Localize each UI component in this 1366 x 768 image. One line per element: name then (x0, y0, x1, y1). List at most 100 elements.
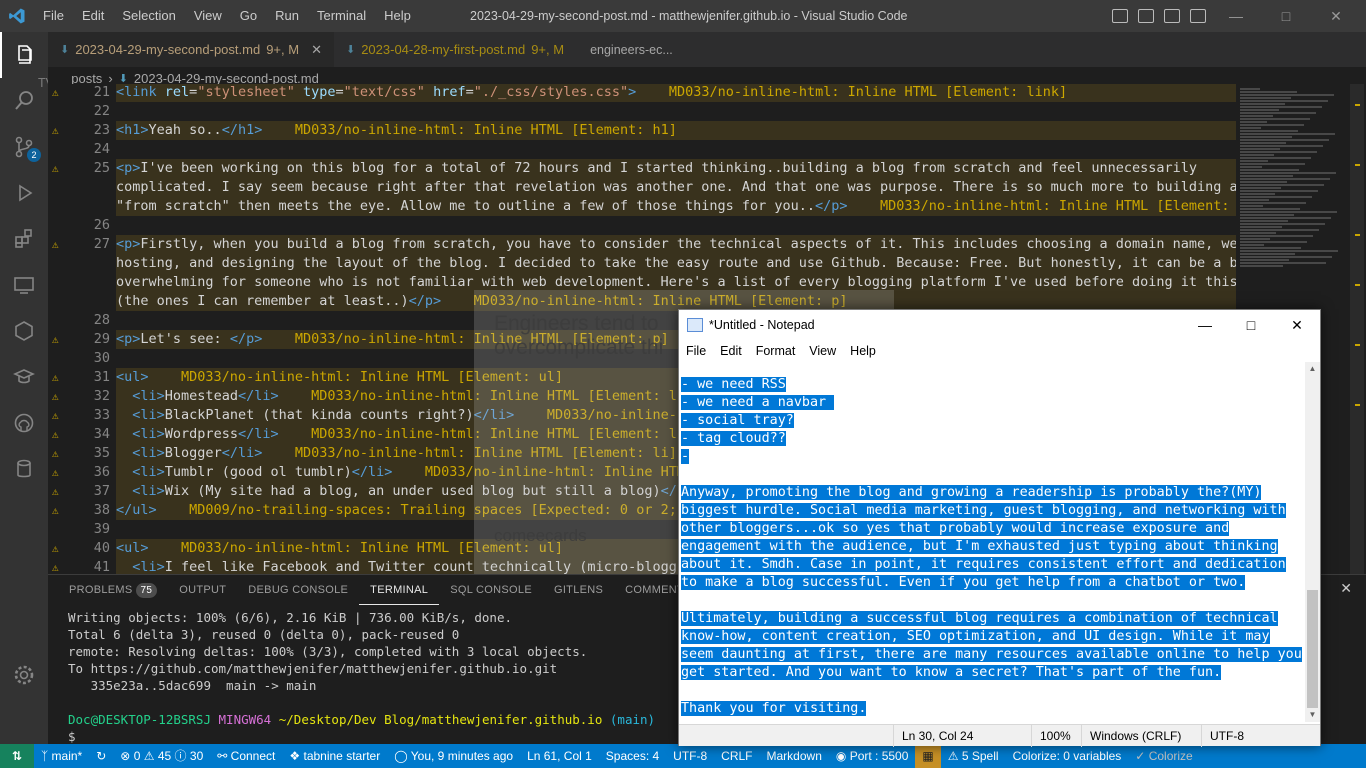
database-icon[interactable] (0, 446, 48, 492)
tab-gitlens[interactable]: GITLENS (543, 576, 614, 604)
menu-help[interactable]: Help (375, 0, 420, 32)
remote-explorer-icon[interactable] (0, 262, 48, 308)
warning-icon[interactable]: ⚠ (52, 406, 64, 425)
git-blame-indicator[interactable]: ◯ You, 9 minutes ago (387, 744, 520, 768)
menu-terminal[interactable]: Terminal (308, 0, 375, 32)
warning-icon[interactable]: ⚠ (52, 121, 64, 140)
warning-icon[interactable]: ⚠ (52, 482, 64, 501)
notepad-maximize-icon[interactable]: □ (1228, 310, 1274, 340)
editor-scrollbar[interactable] (1350, 84, 1364, 574)
live-server-port[interactable]: ◉ Port : 5500 (829, 744, 916, 768)
tab-problems[interactable]: PROBLEMS 75 (58, 576, 168, 604)
language-mode[interactable]: Markdown (760, 744, 829, 768)
warning-icon[interactable]: ⚠ (52, 159, 64, 178)
notepad-menu-help[interactable]: Help (843, 344, 883, 358)
colorize-toggle[interactable]: ✓ Colorize (1128, 744, 1199, 768)
warning-icon[interactable]: ⚠ (52, 463, 64, 482)
selected-text: - social tray? (681, 413, 794, 428)
markdown-file-icon: ⬇ (118, 72, 128, 85)
settings-gear-icon[interactable] (0, 652, 48, 698)
line-endings[interactable]: CRLF (714, 744, 759, 768)
notepad-scrollbar[interactable]: ▲ ▼ (1305, 362, 1320, 722)
toggle-panel-icon[interactable] (1138, 9, 1154, 23)
code-line[interactable]: complicated. I say seem because right af… (116, 178, 1236, 197)
notepad-minimize-icon[interactable]: — (1182, 310, 1228, 340)
warning-icon[interactable]: ⚠ (52, 387, 64, 406)
github-icon[interactable] (0, 400, 48, 446)
menu-run[interactable]: Run (266, 0, 308, 32)
selected-text: - we need RSS (681, 377, 786, 392)
notepad-close-icon[interactable]: ✕ (1274, 310, 1320, 340)
minimize-icon[interactable]: — (1216, 8, 1256, 24)
warning-icon[interactable]: ⚠ (52, 444, 64, 463)
docker-icon[interactable] (0, 308, 48, 354)
code-line[interactable]: <link rel="stylesheet" type="text/css" h… (116, 84, 1236, 102)
notepad-text-area[interactable]: - we need RSS - we need a navbar - social… (681, 376, 1303, 718)
cursor-position[interactable]: Ln 61, Col 1 (520, 744, 599, 768)
scroll-thumb[interactable] (1307, 590, 1318, 708)
colorize-variables[interactable]: Colorize: 0 variables (1006, 744, 1129, 768)
code-line[interactable]: <p>I've been working on this blog for a … (116, 159, 1236, 178)
warning-icon[interactable]: ⚠ (52, 330, 64, 349)
copilot-icon[interactable]: ▦ (915, 744, 941, 768)
connect-button[interactable]: ⚯ Connect (210, 744, 282, 768)
notepad-menu-view[interactable]: View (802, 344, 843, 358)
code-text: <p>Firstly, when you build a blog from s… (116, 236, 1236, 252)
spell-check[interactable]: ⚠ 5 Spell (941, 744, 1006, 768)
notepad-title: *Untitled - Notepad (709, 318, 815, 332)
close-panel-icon[interactable]: ✕ (1340, 580, 1352, 597)
scroll-up-icon[interactable]: ▲ (1305, 362, 1320, 376)
tab-sql-console[interactable]: SQL CONSOLE (439, 576, 543, 604)
warning-icon[interactable]: ⚠ (52, 83, 64, 102)
branch-indicator[interactable]: ᛉ main* (34, 744, 89, 768)
run-debug-icon[interactable] (0, 170, 48, 216)
terminal-input-line[interactable]: $ (68, 728, 655, 745)
notepad-menu-format[interactable]: Format (749, 344, 803, 358)
menu-selection[interactable]: Selection (113, 0, 184, 32)
problems-indicator[interactable]: ⊗ 0 ⚠ 45 ⓘ 30 (113, 744, 210, 768)
code-line[interactable]: <p>Firstly, when you build a blog from s… (116, 235, 1236, 254)
scroll-down-icon[interactable]: ▼ (1305, 708, 1320, 722)
tab-output[interactable]: OUTPUT (168, 576, 237, 604)
remote-indicator-icon[interactable]: ⇅ (0, 744, 34, 768)
explorer-icon[interactable] (0, 32, 48, 78)
minimap-line (1240, 202, 1306, 204)
code-line[interactable]: <h1>Yeah so..</h1> MD033/no-inline-html:… (116, 121, 1236, 140)
warning-icon[interactable]: ⚠ (52, 235, 64, 254)
menu-go[interactable]: Go (231, 0, 266, 32)
sync-icon[interactable]: ↻ (89, 744, 113, 768)
source-control-icon[interactable]: 2 (0, 124, 48, 170)
selected-text: to make a blog successful. Even if you g… (681, 575, 1246, 590)
tab-debug-console[interactable]: DEBUG CONSOLE (237, 576, 359, 604)
search-icon[interactable] (0, 78, 48, 124)
terminal-output[interactable]: Writing objects: 100% (6/6), 2.16 KiB | … (68, 609, 655, 745)
menu-edit[interactable]: Edit (73, 0, 113, 32)
tab-first-post[interactable]: ⬇ 2023-04-28-my-first-post.md 9+, M (334, 32, 576, 67)
toggle-secondary-sidebar-icon[interactable] (1164, 9, 1180, 23)
tab-second-post[interactable]: ⬇ 2023-04-29-my-second-post.md 9+, M ✕ (48, 32, 334, 67)
tab-terminal[interactable]: TERMINAL (359, 576, 440, 605)
customize-layout-icon[interactable] (1190, 9, 1206, 23)
notepad-window[interactable]: *Untitled - Notepad — □ ✕ File Edit Form… (678, 309, 1321, 747)
close-window-icon[interactable]: ✕ (1316, 8, 1356, 25)
code-line[interactable]: hosting, and designing the layout of the… (116, 254, 1236, 273)
encoding[interactable]: UTF-8 (666, 744, 714, 768)
minimap-line (1240, 196, 1312, 198)
toggle-sidebar-icon[interactable] (1112, 9, 1128, 23)
maximize-icon[interactable]: □ (1266, 8, 1306, 24)
indentation[interactable]: Spaces: 4 (599, 744, 666, 768)
notepad-menu-edit[interactable]: Edit (713, 344, 749, 358)
scrollbar-warning-mark (1355, 344, 1360, 346)
code-line[interactable]: "from scratch" then meets the eye. Allow… (116, 197, 1236, 216)
warning-icon[interactable]: ⚠ (52, 501, 64, 520)
warning-icon[interactable]: ⚠ (52, 368, 64, 387)
close-tab-icon[interactable]: ✕ (311, 42, 322, 58)
menu-file[interactable]: File (34, 0, 73, 32)
tabnine-indicator[interactable]: ❖ tabnine starter (282, 744, 387, 768)
warning-icon[interactable]: ⚠ (52, 539, 64, 558)
extensions-icon[interactable] (0, 216, 48, 262)
menu-view[interactable]: View (185, 0, 231, 32)
notepad-menu-file[interactable]: File (679, 344, 713, 358)
testing-icon[interactable] (0, 354, 48, 400)
warning-icon[interactable]: ⚠ (52, 425, 64, 444)
